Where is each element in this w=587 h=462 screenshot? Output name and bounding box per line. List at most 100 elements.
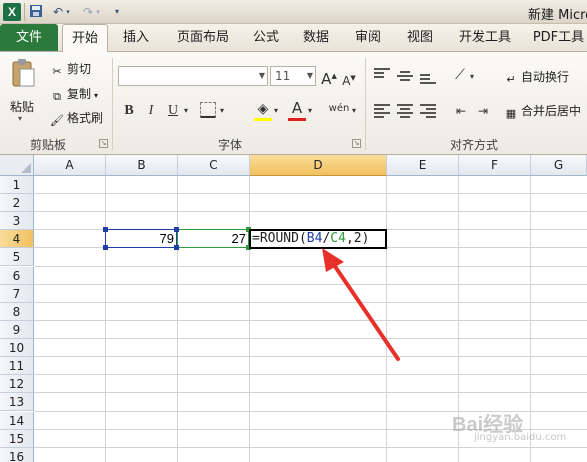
font-name-combo[interactable]: ▼ bbox=[118, 66, 268, 86]
excel-app-icon[interactable]: X bbox=[3, 3, 21, 21]
underline-dropdown-icon[interactable]: ▾ bbox=[182, 102, 190, 120]
chevron-down-icon: ▼ bbox=[306, 71, 313, 80]
font-color-button[interactable]: A bbox=[288, 99, 306, 117]
customize-qat-icon[interactable]: ▾ bbox=[112, 4, 122, 20]
tab-insert[interactable]: 插入 bbox=[114, 24, 158, 52]
row-header-15[interactable]: 15 bbox=[0, 429, 34, 448]
wrap-text-icon: ↵ bbox=[506, 73, 516, 86]
group-separator bbox=[112, 58, 113, 150]
align-top-icon[interactable] bbox=[374, 68, 390, 82]
gridline bbox=[34, 319, 587, 321]
orientation-icon[interactable]: ⟋ bbox=[451, 66, 469, 84]
copy-dropdown-icon: ▾ bbox=[94, 91, 99, 100]
group-separator bbox=[365, 58, 366, 150]
reference-handle[interactable] bbox=[103, 245, 108, 250]
tab-pdf-tools[interactable]: PDF工具 bbox=[530, 24, 587, 52]
wrap-text-button[interactable]: ↵ 自动换行 bbox=[504, 68, 569, 87]
save-icon[interactable] bbox=[28, 4, 44, 20]
column-header-e[interactable]: E bbox=[387, 155, 459, 176]
baidu-watermark-url: jingyan.baidu.com bbox=[474, 432, 567, 443]
row-header-1[interactable]: 1 bbox=[0, 176, 34, 194]
shrink-font-button[interactable]: A▼ bbox=[340, 69, 358, 88]
merge-center-label: 合并后居中 bbox=[521, 104, 582, 118]
paste-button[interactable]: 粘贴 ▾ bbox=[6, 58, 40, 123]
row-header-4[interactable]: 4 bbox=[0, 230, 34, 249]
clipboard-dialog-launcher-icon[interactable]: ↘ bbox=[99, 139, 108, 148]
row-header-16[interactable]: 16 bbox=[0, 447, 34, 462]
tab-review[interactable]: 审阅 bbox=[348, 24, 388, 52]
align-right-icon[interactable] bbox=[420, 104, 436, 118]
tab-home[interactable]: 开始 bbox=[62, 24, 108, 52]
row-header-5[interactable]: 5 bbox=[0, 248, 34, 267]
decrease-indent-icon[interactable]: ⇤ bbox=[452, 102, 470, 120]
column-header-d[interactable]: D bbox=[250, 155, 387, 176]
file-tab[interactable]: 文件 bbox=[0, 24, 58, 51]
align-bottom-icon[interactable] bbox=[420, 74, 436, 88]
fill-dropdown-icon[interactable]: ▾ bbox=[272, 102, 280, 120]
tab-page-layout[interactable]: 页面布局 bbox=[170, 24, 236, 52]
reference-handle[interactable] bbox=[174, 245, 179, 250]
gridline bbox=[34, 374, 587, 376]
align-middle-icon[interactable] bbox=[397, 71, 413, 85]
tab-developer[interactable]: 开发工具 bbox=[454, 24, 516, 52]
window-title: 新建 Micro bbox=[528, 8, 587, 23]
ribbon-home: 粘贴 ▾ ✂ 剪切 ⧉ 复制 ▾ 🖌 格式刷 剪贴板 ↘ ▼ 11 ▼ A▲ A▼ B I… bbox=[0, 52, 587, 155]
reference-handle[interactable] bbox=[103, 227, 108, 232]
paste-dropdown-icon: ▾ bbox=[18, 114, 23, 123]
row-header-6[interactable]: 6 bbox=[0, 266, 34, 285]
font-color-dropdown-icon[interactable]: ▾ bbox=[306, 102, 314, 120]
column-header-b[interactable]: B bbox=[106, 155, 178, 176]
formula-suffix: ,2) bbox=[345, 231, 370, 246]
tab-formulas[interactable]: 公式 bbox=[246, 24, 286, 52]
select-all-button[interactable] bbox=[0, 155, 34, 176]
row-header-7[interactable]: 7 bbox=[0, 284, 34, 303]
redo-dropdown-icon[interactable]: ▾ bbox=[94, 4, 102, 20]
bold-button[interactable]: B bbox=[120, 102, 138, 120]
column-header-f[interactable]: F bbox=[459, 155, 531, 176]
grow-font-label: A bbox=[321, 70, 332, 88]
format-painter-button[interactable]: 🖌 格式刷 bbox=[50, 109, 103, 128]
column-header-g[interactable]: G bbox=[531, 155, 587, 176]
active-cell-d4-editor[interactable]: =ROUND(B4/C4,2) bbox=[249, 229, 387, 249]
font-size-combo[interactable]: 11 ▼ bbox=[270, 66, 316, 86]
row-header-10[interactable]: 10 bbox=[0, 339, 34, 358]
wrap-text-label: 自动换行 bbox=[521, 70, 570, 84]
column-header-c[interactable]: C bbox=[178, 155, 250, 176]
row-header-11[interactable]: 11 bbox=[0, 357, 34, 376]
row-header-2[interactable]: 2 bbox=[0, 194, 34, 213]
italic-button[interactable]: I bbox=[142, 102, 160, 120]
gridline bbox=[34, 265, 587, 267]
increase-indent-icon[interactable]: ⇥ bbox=[474, 102, 492, 120]
merge-center-button[interactable]: ▦ 合并后居中 bbox=[504, 102, 581, 121]
underline-button[interactable]: U bbox=[164, 102, 182, 120]
column-header-a[interactable]: A bbox=[34, 155, 106, 176]
tab-data[interactable]: 数据 bbox=[296, 24, 336, 52]
ribbon-tab-bar: 文件 开始 插入 页面布局 公式 数据 审阅 视图 开发工具 PDF工具 bbox=[0, 24, 587, 52]
tab-view[interactable]: 视图 bbox=[400, 24, 440, 52]
row-header-12[interactable]: 12 bbox=[0, 375, 34, 394]
cut-button[interactable]: ✂ 剪切 bbox=[50, 60, 91, 79]
formula-reference-b4-highlight bbox=[105, 229, 177, 248]
orientation-dropdown-icon[interactable]: ▾ bbox=[468, 68, 476, 86]
fill-color-icon[interactable]: ◈ bbox=[254, 100, 272, 118]
phonetic-dropdown-icon[interactable]: ▾ bbox=[350, 102, 358, 120]
grow-font-button[interactable]: A▲ bbox=[320, 67, 338, 88]
row-header-14[interactable]: 14 bbox=[0, 411, 34, 430]
copy-button[interactable]: ⧉ 复制 ▾ bbox=[50, 85, 98, 104]
gridline bbox=[34, 446, 587, 448]
align-center-icon[interactable] bbox=[397, 104, 413, 118]
fill-color-bar bbox=[254, 118, 272, 121]
border-dropdown-icon[interactable]: ▾ bbox=[218, 102, 226, 120]
row-header-3[interactable]: 3 bbox=[0, 212, 34, 231]
row-header-9[interactable]: 9 bbox=[0, 320, 34, 339]
alignment-group-label: 对齐方式 bbox=[449, 138, 498, 152]
border-button[interactable] bbox=[200, 102, 216, 118]
reference-handle[interactable] bbox=[174, 227, 179, 232]
row-header-13[interactable]: 13 bbox=[0, 393, 34, 412]
copy-label: 复制 bbox=[67, 87, 92, 101]
font-dialog-launcher-icon[interactable]: ↘ bbox=[352, 139, 361, 148]
undo-dropdown-icon[interactable]: ▾ bbox=[64, 4, 72, 20]
phonetic-button[interactable]: wén bbox=[326, 100, 352, 118]
row-header-8[interactable]: 8 bbox=[0, 302, 34, 321]
align-left-icon[interactable] bbox=[374, 104, 390, 118]
